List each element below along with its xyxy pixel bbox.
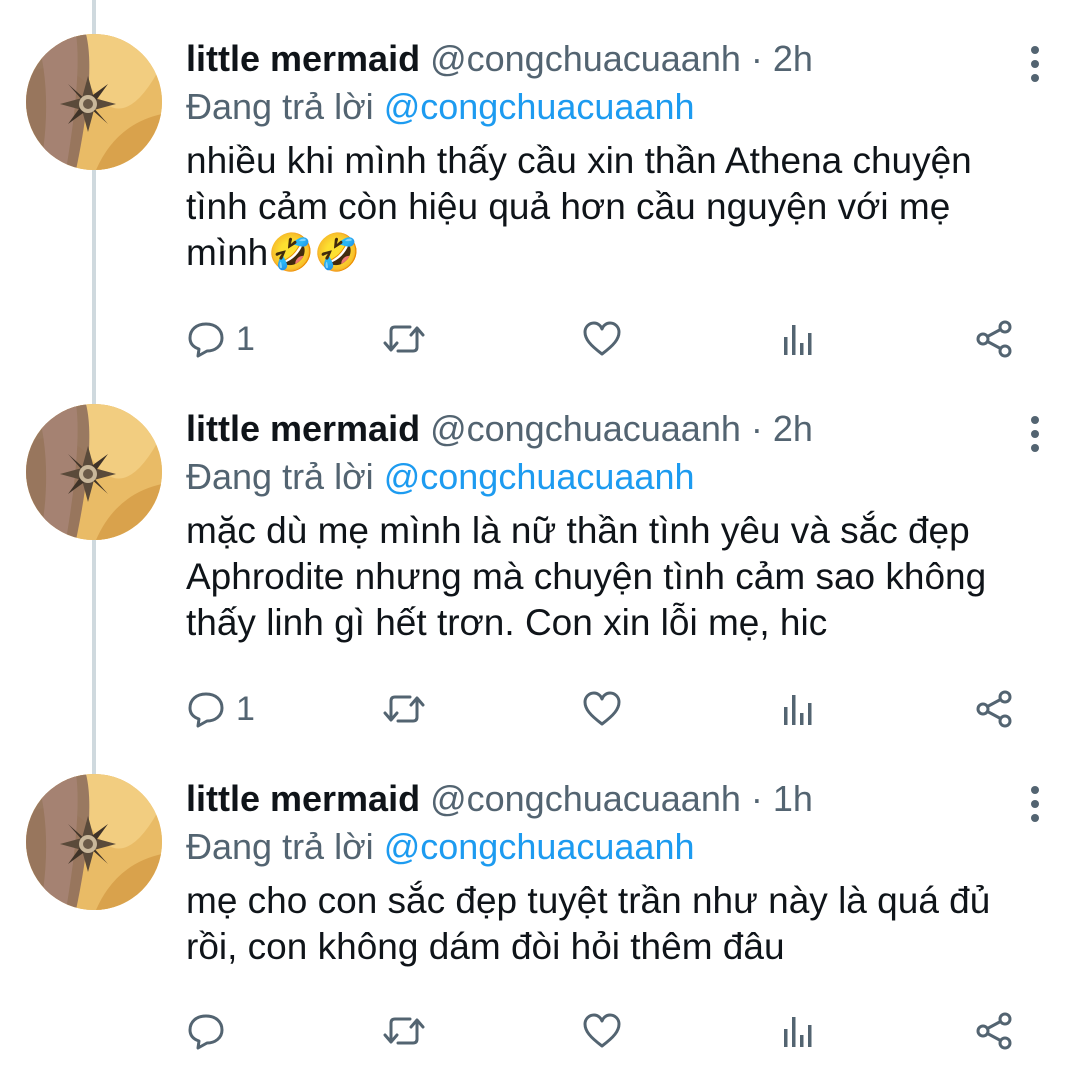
analytics-bars-icon: [784, 325, 812, 355]
retweet-button[interactable]: [382, 314, 426, 364]
reply-count: 1: [236, 319, 255, 358]
avatar-image-icon: [26, 774, 162, 910]
reply-bubble-icon: [188, 1014, 224, 1050]
tweet-header: little mermaid @congchuacuaanh · 1h: [186, 776, 1040, 822]
reply-button[interactable]: 1: [186, 314, 255, 364]
retweet-button[interactable]: [382, 1006, 426, 1056]
avatar[interactable]: [26, 404, 162, 540]
reply-count: 1: [236, 689, 255, 728]
analytics-button[interactable]: [780, 684, 816, 734]
analytics-bars-icon: [784, 695, 812, 725]
replying-to-label: Đang trả lời: [186, 826, 374, 867]
share-icon: [976, 320, 1012, 358]
share-button[interactable]: [974, 1006, 1014, 1056]
display-name[interactable]: little mermaid: [186, 38, 420, 79]
share-icon: [976, 1012, 1012, 1050]
retweet-button[interactable]: [382, 684, 426, 734]
tweet-thread: little mermaid @congchuacuaanh · 2h Đang tr…: [0, 0, 1080, 1071]
heart-icon: [583, 1013, 621, 1048]
retweet-icon: [383, 1017, 425, 1045]
replying-to: Đang trả lời @congchuacuaanh: [186, 454, 1040, 500]
heart-icon: [583, 691, 621, 726]
reply-bubble-icon: [188, 692, 224, 728]
like-button[interactable]: [582, 1006, 622, 1056]
reply-button[interactable]: 1: [186, 684, 255, 734]
like-button[interactable]: [582, 684, 622, 734]
like-button[interactable]: [582, 314, 622, 364]
replying-to-mention[interactable]: @congchuacuaanh: [384, 86, 695, 127]
user-handle[interactable]: @congchuacuaanh: [430, 778, 741, 819]
avatar[interactable]: [26, 34, 162, 170]
retweet-icon: [383, 325, 425, 353]
tweet-header: little mermaid @congchuacuaanh · 2h: [186, 406, 1040, 452]
separator-dot: ·: [750, 778, 763, 819]
display-name[interactable]: little mermaid: [186, 778, 420, 819]
more-vertical-icon[interactable]: [1020, 414, 1050, 454]
more-vertical-icon[interactable]: [1020, 44, 1050, 84]
tweet-text: mẹ cho con sắc đẹp tuyệt trần như này là…: [186, 880, 991, 967]
avatar[interactable]: [26, 774, 162, 910]
share-button[interactable]: [974, 314, 1014, 364]
replying-to-mention[interactable]: @congchuacuaanh: [384, 456, 695, 497]
heart-icon: [583, 321, 621, 356]
tweet-header: little mermaid @congchuacuaanh · 2h: [186, 36, 1040, 82]
replying-to-mention[interactable]: @congchuacuaanh: [384, 826, 695, 867]
replying-to-label: Đang trả lời: [186, 456, 374, 497]
share-icon: [976, 690, 1012, 728]
analytics-button[interactable]: [780, 1006, 816, 1056]
analytics-button[interactable]: [780, 314, 816, 364]
reply-button[interactable]: [186, 1006, 236, 1056]
tweet-actions: [186, 1006, 1026, 1056]
tweet-actions: 1: [186, 314, 1026, 364]
replying-to-label: Đang trả lời: [186, 86, 374, 127]
user-handle[interactable]: @congchuacuaanh: [430, 408, 741, 449]
timestamp[interactable]: 2h: [773, 408, 813, 449]
share-button[interactable]: [974, 684, 1014, 734]
retweet-icon: [383, 695, 425, 723]
avatar-image-icon: [26, 404, 162, 540]
tweet-text: nhiều khi mình thấy cầu xin thần Athena …: [186, 140, 972, 273]
replying-to: Đang trả lời @congchuacuaanh: [186, 824, 1040, 870]
timestamp[interactable]: 2h: [773, 38, 813, 79]
tweet-actions: 1: [186, 684, 1026, 734]
user-handle[interactable]: @congchuacuaanh: [430, 38, 741, 79]
replying-to: Đang trả lời @congchuacuaanh: [186, 84, 1040, 130]
display-name[interactable]: little mermaid: [186, 408, 420, 449]
analytics-bars-icon: [784, 1017, 812, 1047]
reply-bubble-icon: [188, 322, 224, 358]
timestamp[interactable]: 1h: [773, 778, 813, 819]
avatar-image-icon: [26, 34, 162, 170]
separator-dot: ·: [750, 38, 763, 79]
separator-dot: ·: [750, 408, 763, 449]
more-vertical-icon[interactable]: [1020, 784, 1050, 824]
tweet-text: mặc dù mẹ mình là nữ thần tình yêu và sắ…: [186, 510, 987, 643]
